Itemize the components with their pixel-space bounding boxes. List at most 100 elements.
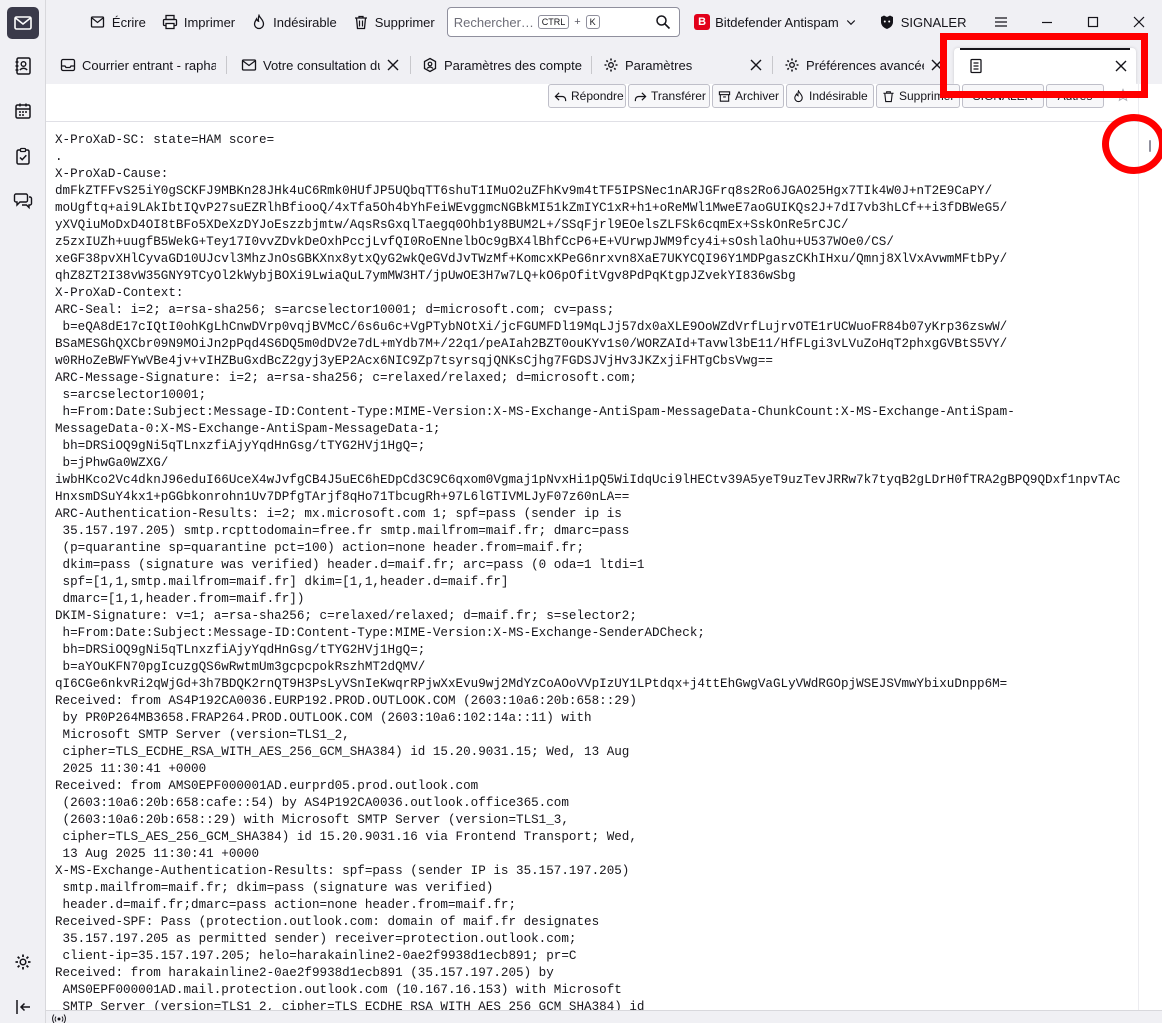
source-line: (2603:10a6:20b:658:cafe::54) by AS4P192C… [55, 796, 569, 810]
archive-icon [718, 90, 731, 102]
close-icon [1133, 16, 1145, 28]
source-line: X-ProXaD-Cause: [55, 167, 169, 181]
tab-account-settings[interactable]: Paramètres des comptes [408, 48, 590, 82]
junk-button[interactable]: Indésirable [243, 7, 345, 37]
write-button-label: Écrire [111, 14, 146, 30]
online-status-icon[interactable] [52, 1012, 66, 1023]
source-line: Received-SPF: Pass (protection.outlook.c… [55, 915, 600, 929]
source-line: (2603:10a6:20b:658::29) with Microsoft S… [55, 813, 569, 827]
tab-inbox[interactable]: Courrier entrant - raphael [46, 48, 224, 82]
tab-close-icon[interactable] [1114, 59, 1128, 73]
minimize-icon [1042, 21, 1053, 24]
source-line: Received: from harakainline2-0ae2f9938d1… [55, 966, 554, 980]
gear-icon [604, 58, 618, 72]
bitdefender-antispam-button[interactable]: B Bitdefender Antispam [686, 7, 865, 37]
header-delete-button[interactable]: Supprimer [876, 84, 960, 108]
collapse-spaces-button[interactable] [7, 991, 39, 1023]
source-line: dkim=pass (signature was verified) heade… [55, 558, 645, 572]
source-line: smtp.mailfrom=maif.fr; dkim=pass (signat… [55, 881, 494, 895]
source-line: s=arcselector10001; [55, 388, 207, 402]
maximize-button[interactable] [1070, 0, 1116, 44]
calendar-icon [15, 103, 31, 119]
header-junk-button[interactable]: Indésirable [786, 84, 874, 108]
bitdefender-logo: B [694, 14, 711, 30]
source-line: MessageData-0:X-MS-Exchange-AntiSpam-Mes… [55, 422, 441, 436]
print-button-label: Imprimer [183, 14, 236, 30]
source-line: dmFkZTFFvS25iY0gSCKFJ9MBKn28JHk4uC6Rmk0H… [55, 184, 993, 198]
write-button[interactable]: Écrire [82, 7, 154, 37]
more-button[interactable]: Autres [1046, 84, 1104, 108]
bitdefender-label: Bitdefender Antispam [715, 14, 839, 30]
source-line: cipher=TLS_AES_256_GCM_SHA384) id 15.20.… [55, 830, 637, 844]
archive-button[interactable]: Archiver [712, 84, 784, 108]
source-line: Received: from AS4P192CA0036.EURP192.PRO… [55, 694, 637, 708]
address-book-space-button[interactable] [7, 50, 39, 82]
source-line: 35.157.197.205) smtp.rcpttodomain=free.f… [55, 524, 630, 538]
header-signaler-button[interactable]: SIGNALER [962, 84, 1044, 108]
source-line: ARC-Authentication-Results: i=2; mx.micr… [55, 507, 622, 521]
source-line: b=jPhwGa0WZXG/ [55, 456, 169, 470]
delete-button-label: Supprimer [374, 14, 435, 30]
minimize-button[interactable] [1024, 0, 1070, 44]
status-bar [46, 1010, 1162, 1023]
flame-junk-icon [253, 14, 265, 30]
message-header-toolbar: Répondre Transférer Archiver Indésirable… [46, 84, 1138, 122]
tab-advanced-preferences-label: Préférences avancées [806, 57, 924, 73]
trash-icon [883, 90, 894, 102]
vertical-scrollbar[interactable] [1138, 84, 1162, 1010]
scrollbar-thumb[interactable] [1149, 140, 1151, 152]
app-menu-button[interactable] [978, 0, 1024, 44]
search-input[interactable] [453, 14, 538, 30]
source-line: (p=quarantine sp=quarantine pct=100) act… [55, 541, 585, 555]
mail-icon [14, 16, 32, 30]
gear-icon [785, 58, 799, 72]
search-bar[interactable]: CTRL + K [446, 7, 681, 37]
reply-icon [554, 91, 567, 101]
source-line: 35.157.197.205 as permitted sender) rece… [55, 932, 577, 946]
shield-cat-icon [880, 15, 893, 29]
tab-advanced-preferences[interactable]: Préférences avancées [770, 48, 952, 82]
message-source-view[interactable]: X-ProXaD-SC: state=HAM score=. X-ProXaD-C… [46, 123, 1138, 1010]
tasks-clipboard-icon [16, 147, 30, 165]
source-line: bh=DRSiOQ9gNi5qTLnxzfiAjyYqdHnGsg/tTYG2H… [55, 439, 426, 453]
star-icon[interactable] [1116, 88, 1130, 102]
maximize-icon [1088, 16, 1099, 28]
search-icon [656, 15, 671, 30]
tab-consultation-label: Votre consultation du [263, 57, 380, 73]
source-line: w0RHoZeBWFYwVBe4jv+vIHZBuGxdBcZ2gyj3yEP2… [55, 354, 773, 368]
close-window-button[interactable] [1116, 0, 1162, 44]
inbox-icon [60, 58, 76, 72]
tab-close-icon[interactable] [930, 58, 944, 72]
tab-close-icon[interactable] [749, 58, 763, 72]
junk-button-label: Indésirable [273, 14, 337, 30]
tab-consultation[interactable]: Votre consultation du [227, 48, 408, 82]
mail-space-button[interactable] [7, 7, 39, 39]
flame-junk-icon [794, 89, 803, 102]
chat-bubbles-icon [13, 193, 33, 210]
calendar-space-button[interactable] [7, 95, 39, 127]
forward-button[interactable]: Transférer [628, 84, 710, 108]
hamburger-menu-icon [995, 17, 1008, 27]
printer-icon [162, 14, 178, 30]
tab-settings[interactable]: Paramètres [589, 48, 771, 82]
delete-button[interactable]: Supprimer [345, 7, 443, 37]
message-source-text: X-ProXaD-SC: state=HAM score=. X-ProXaD-C… [55, 132, 1121, 1010]
source-line: DKIM-Signature: v=1; a=rsa-sha256; c=rel… [55, 609, 637, 623]
signaler-button[interactable]: SIGNALER [871, 7, 975, 37]
source-line: cipher=TLS_ECDHE_RSA_WITH_AES_256_GCM_SH… [55, 745, 630, 759]
tab-message-source[interactable] [954, 48, 1136, 84]
source-line: header.d=maif.fr;dmarc=pass action=none … [55, 898, 517, 912]
chevron-down-icon [846, 20, 855, 26]
reply-button[interactable]: Répondre [548, 84, 626, 108]
chat-space-button[interactable] [7, 184, 39, 216]
source-line: HnxsmDSuY4kx1+pGGbkonrohn1Uv7DPfgTArjf8q… [55, 490, 630, 504]
settings-space-button[interactable] [7, 946, 39, 978]
tasks-space-button[interactable] [7, 140, 39, 172]
unified-toolbar: Écrire Imprimer Indésirable Supprimer CT… [46, 0, 1162, 44]
print-button[interactable]: Imprimer [154, 7, 243, 37]
source-line: 13 Aug 2025 11:30:41 +0000 [55, 847, 260, 861]
source-line: client-ip=35.157.197.205; helo=harakainl… [55, 949, 577, 963]
source-line: SMTP Server (version=TLS1_2, cipher=TLS_… [55, 1000, 645, 1010]
tab-close-icon[interactable] [386, 58, 400, 72]
source-line: yXVQiuMoDxD4OI8tBFo5XDeXzDYJoEszzbjmtw/A… [55, 218, 849, 232]
